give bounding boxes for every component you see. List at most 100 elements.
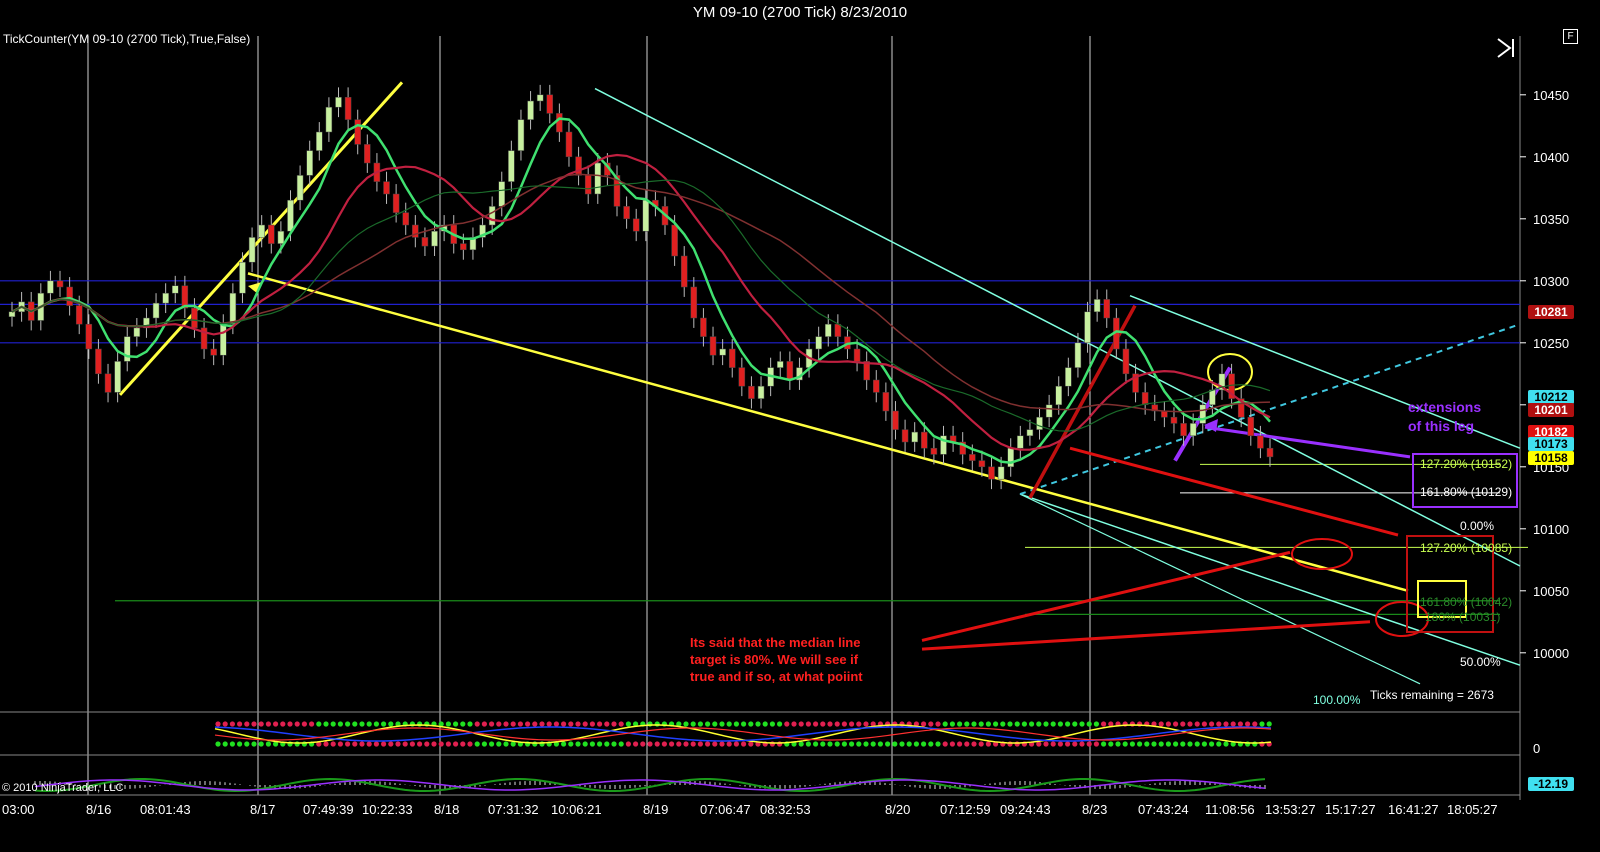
dot-lower [697, 741, 704, 747]
dot-upper [1165, 721, 1171, 727]
dot-upper [381, 721, 387, 727]
dot-lower [215, 741, 221, 747]
dot-lower [985, 741, 992, 747]
dot-lower [669, 741, 675, 747]
y-tick-label: 10100 [1533, 522, 1569, 537]
dot-upper [561, 721, 567, 727]
dot-upper [1093, 721, 1099, 727]
candle-body [277, 230, 285, 244]
dot-lower [424, 741, 430, 747]
dot-lower [712, 741, 718, 747]
dot-lower [604, 741, 610, 747]
dot-lower [1151, 741, 1157, 747]
dot-lower [1180, 741, 1186, 747]
dot-upper [1014, 721, 1020, 727]
dot-upper [769, 721, 776, 727]
dot-upper [489, 721, 495, 727]
candle-body [383, 181, 390, 195]
chart-drawings [118, 81, 1521, 685]
dot-lower [453, 741, 459, 747]
dot-lower [532, 741, 538, 747]
dot-upper [1194, 721, 1200, 727]
chart-canvas[interactable]: 1000010050101001015010200102501030010350… [0, 0, 1600, 852]
dot-lower [827, 741, 833, 747]
dot-lower [611, 741, 617, 747]
dot-lower [496, 741, 502, 747]
candle-body [738, 367, 746, 387]
candle-body [268, 224, 275, 244]
dot-upper [294, 721, 300, 727]
dot-lower [726, 741, 732, 747]
price-tag: 10281 [1528, 305, 1574, 319]
candle-body [239, 261, 246, 294]
dot-upper [654, 721, 660, 727]
f-button[interactable]: F [1563, 29, 1578, 44]
dot-upper [287, 721, 293, 727]
candle-body [584, 175, 592, 195]
dot-upper [791, 721, 797, 727]
dot-lower [899, 741, 905, 747]
candle-body [671, 224, 678, 257]
dot-lower [625, 741, 632, 747]
dot-upper [316, 721, 322, 727]
fib-label: 161.80% (10042) [1420, 595, 1513, 609]
candle-body [680, 255, 688, 288]
dot-lower [877, 741, 884, 747]
dot-lower [1137, 741, 1143, 747]
dot-upper [726, 721, 732, 727]
dot-lower [431, 741, 437, 747]
dot-lower [820, 741, 826, 747]
candle-body [546, 94, 554, 114]
y-tick-label: 10000 [1533, 646, 1569, 661]
dot-upper [928, 721, 934, 727]
candle-body [892, 410, 899, 430]
candle-body [786, 361, 794, 381]
dot-lower [1187, 741, 1193, 747]
dot-lower [1201, 741, 1207, 747]
candle-body [565, 131, 573, 158]
candle-body [364, 144, 371, 164]
x-tick-label: 07:43:24 [1138, 802, 1189, 817]
dot-upper [1036, 721, 1042, 727]
price-tag: 10173 [1528, 437, 1574, 451]
fib-label: 50.00% [1460, 655, 1501, 669]
dot-upper [683, 721, 689, 727]
dot-upper [503, 721, 509, 727]
x-tick-label: 8/20 [885, 802, 911, 817]
dot-upper [359, 721, 365, 727]
dot-lower [892, 741, 898, 747]
candle-body [1180, 423, 1187, 437]
dot-lower [913, 741, 920, 747]
dot-lower [409, 741, 415, 747]
candle-body [911, 431, 918, 443]
dot-upper [863, 721, 869, 727]
candle-body [536, 94, 544, 102]
dot-lower [1115, 741, 1121, 747]
play-pause-icon[interactable] [1494, 36, 1518, 60]
candle-body [162, 292, 169, 304]
x-tick-label: 10:22:33 [362, 802, 413, 817]
dot-lower [748, 741, 754, 747]
dot-upper [273, 721, 279, 727]
candle-body [632, 218, 640, 232]
dot-lower [1065, 741, 1071, 747]
dot-lower [957, 741, 963, 747]
dot-upper [935, 721, 941, 727]
candle-body [825, 323, 832, 337]
dot-lower [337, 741, 343, 747]
y-tick-label: 10450 [1533, 88, 1569, 103]
candle-body [575, 156, 582, 176]
dot-upper [1266, 721, 1272, 727]
dot-upper [1252, 721, 1258, 727]
dot-upper [510, 721, 516, 727]
x-tick-label: 03:00 [2, 802, 35, 817]
candle-body [1189, 423, 1197, 437]
dot-upper [1158, 721, 1164, 727]
y-tick-label: 10300 [1533, 274, 1569, 289]
dot-upper [1259, 721, 1265, 727]
x-tick-label: 8/18 [434, 802, 460, 817]
dot-lower [1101, 741, 1107, 747]
candle-body [335, 97, 342, 108]
candle-body [1007, 447, 1014, 468]
dot-lower [870, 741, 876, 747]
